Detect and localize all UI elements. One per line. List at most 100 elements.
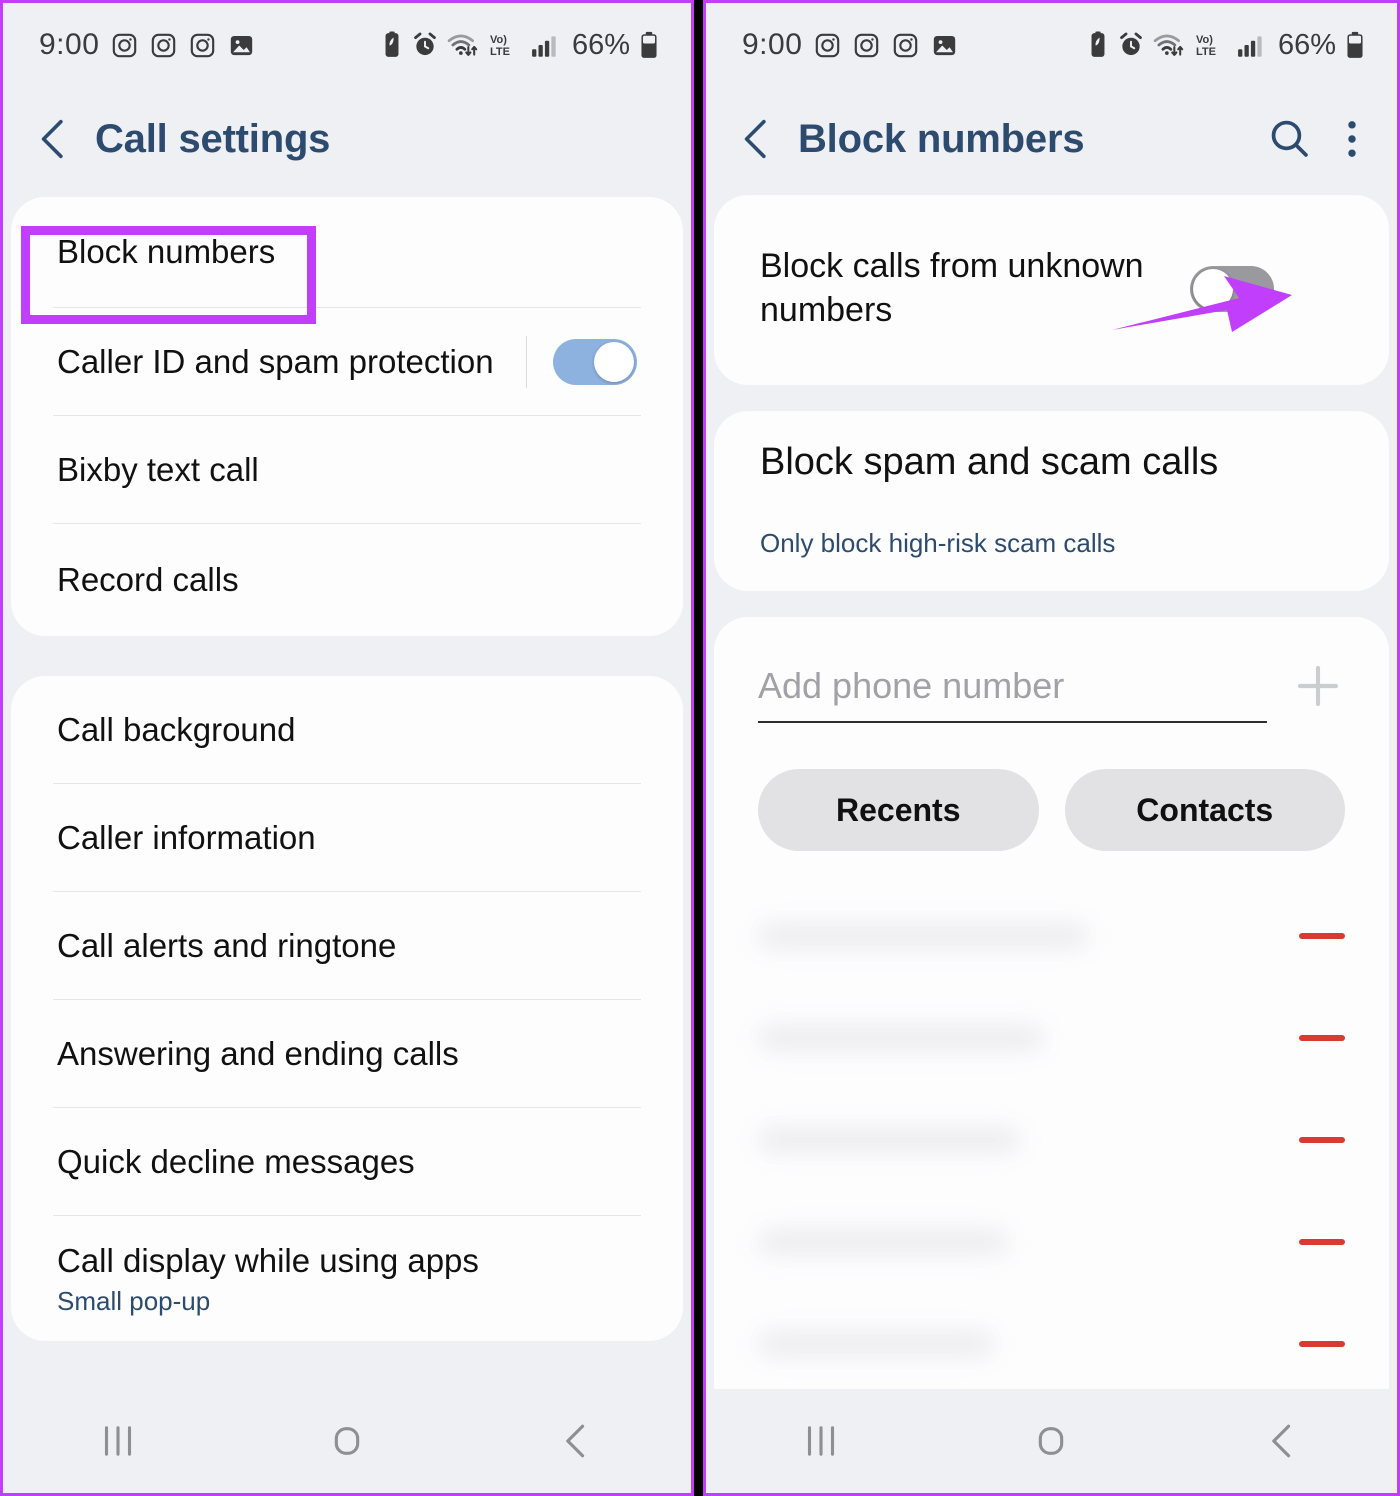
power-saving-icon [381, 31, 403, 59]
sidebar-item-caller-id-spam-protection[interactable]: Caller ID and spam protection [11, 308, 683, 415]
row-label: Caller ID and spam protection [57, 342, 494, 380]
contacts-chip[interactable]: Contacts [1064, 769, 1345, 851]
blocked-number-obscured [758, 1127, 1299, 1153]
screenshot-stage: 9:00 Vo) LTE 66% Call settings Block num… [0, 0, 1400, 1496]
recents-icon[interactable] [761, 1406, 881, 1476]
back-icon[interactable] [516, 1406, 636, 1476]
row-label: Call background [57, 710, 296, 748]
minus-icon[interactable] [1299, 1239, 1345, 1245]
battery-icon [639, 31, 659, 59]
blocked-numbers-list [714, 885, 1389, 1429]
back-chevron-icon[interactable] [33, 117, 73, 161]
sidebar-item-call-background[interactable]: Call background [11, 676, 683, 783]
row-label: Call display while using apps [57, 1242, 479, 1280]
wifi-icon [1153, 32, 1185, 58]
blocked-number-obscured [758, 1229, 1299, 1255]
gallery-icon [228, 32, 255, 59]
instagram-icon [814, 32, 841, 59]
page-title: Block numbers [798, 116, 1085, 161]
sidebar-item-answering-and-ending-calls[interactable]: Answering and ending calls [11, 1000, 683, 1107]
right-app-bar: Block numbers [706, 87, 1397, 191]
instagram-icon [111, 32, 138, 59]
row-label: Block numbers [57, 233, 276, 271]
table-row[interactable] [714, 885, 1389, 987]
row-sublabel: Only block high-risk scam calls [760, 528, 1116, 558]
page-title: Call settings [95, 116, 331, 161]
minus-icon[interactable] [1299, 1341, 1345, 1347]
sidebar-item-caller-information[interactable]: Caller information [11, 784, 683, 891]
svg-text:Vo): Vo) [490, 34, 507, 46]
sidebar-item-call-display-while-using-apps[interactable]: Call display while using apps Small pop-… [11, 1216, 683, 1341]
svg-text:LTE: LTE [1196, 46, 1216, 58]
table-row[interactable] [714, 1191, 1389, 1293]
instagram-icon [892, 32, 919, 59]
add-blocked-number-card: Recents Contacts [714, 617, 1389, 1453]
svg-text:LTE: LTE [490, 46, 510, 58]
status-left-group: 9:00 [39, 28, 255, 62]
row-label: Block spam and scam calls [760, 441, 1219, 483]
volte-icon: Vo) LTE [1194, 31, 1228, 59]
caller-id-toggle[interactable] [553, 338, 637, 385]
back-chevron-icon[interactable] [736, 117, 776, 161]
status-left-group: 9:00 [742, 28, 958, 62]
table-row[interactable] [714, 1293, 1389, 1395]
alarm-icon [412, 32, 438, 58]
sidebar-item-bixby-text-call[interactable]: Bixby text call [11, 416, 683, 523]
left-app-bar: Call settings [3, 87, 691, 191]
plus-icon[interactable] [1291, 659, 1345, 713]
search-icon[interactable] [1267, 116, 1313, 162]
minus-icon[interactable] [1299, 1035, 1345, 1041]
add-number-field [758, 657, 1267, 723]
status-bar-right: 9:00 Vo) LTE 66% [706, 3, 1397, 87]
instagram-icon [150, 32, 177, 59]
instagram-icon [189, 32, 216, 59]
block-unknown-numbers-toggle[interactable] [1190, 266, 1274, 312]
block-spam-scam-card[interactable]: Block spam and scam calls Only block hig… [714, 411, 1389, 591]
row-label: Bixby text call [57, 450, 259, 488]
status-clock: 9:00 [742, 28, 803, 61]
table-row[interactable] [714, 987, 1389, 1089]
minus-icon[interactable] [1299, 933, 1345, 939]
back-icon[interactable] [1222, 1406, 1342, 1476]
sidebar-item-block-numbers[interactable]: Block numbers [11, 197, 683, 307]
row-sublabel: Small pop-up [57, 1285, 211, 1316]
blocked-number-obscured [758, 1331, 1299, 1357]
block-unknown-numbers-row[interactable]: Block calls from unknown numbers [714, 229, 1389, 349]
right-phone-screen: 9:00 Vo) LTE 66% Block numbers Block cal… [703, 0, 1400, 1496]
recents-icon[interactable] [58, 1406, 178, 1476]
blocked-number-obscured [758, 1025, 1299, 1051]
row-label: Call alerts and ringtone [57, 926, 397, 964]
toggle-separator [526, 335, 527, 388]
call-settings-group-1: Block numbers Caller ID and spam protect… [11, 197, 683, 636]
block-spam-scam-row[interactable]: Block spam and scam calls Only block hig… [714, 439, 1389, 559]
sidebar-item-record-calls[interactable]: Record calls [11, 524, 683, 636]
recents-chip[interactable]: Recents [758, 769, 1039, 851]
home-icon[interactable] [287, 1406, 407, 1476]
power-saving-icon [1087, 31, 1109, 59]
row-label: Block calls from unknown numbers [760, 247, 1144, 329]
row-label: Quick decline messages [57, 1142, 415, 1180]
add-phone-number-input[interactable] [758, 657, 1267, 723]
blocked-number-obscured [758, 923, 1299, 949]
more-vertical-icon[interactable] [1335, 116, 1369, 162]
table-row[interactable] [714, 1089, 1389, 1191]
sidebar-item-quick-decline-messages[interactable]: Quick decline messages [11, 1108, 683, 1215]
alarm-icon [1118, 32, 1144, 58]
battery-percent: 66% [571, 28, 630, 61]
minus-icon[interactable] [1299, 1137, 1345, 1143]
wifi-icon [447, 32, 479, 58]
source-chip-row: Recents Contacts [714, 723, 1389, 851]
navigation-bar-right [706, 1389, 1397, 1493]
sidebar-item-call-alerts-and-ringtone[interactable]: Call alerts and ringtone [11, 892, 683, 999]
call-settings-group-2: Call background Caller information Call … [11, 676, 683, 1341]
toggle-knob [1193, 269, 1233, 309]
home-icon[interactable] [991, 1406, 1111, 1476]
battery-percent: 66% [1277, 28, 1336, 61]
volte-icon: Vo) LTE [488, 31, 522, 59]
row-label: Record calls [57, 561, 239, 599]
row-label: Answering and ending calls [57, 1034, 459, 1072]
svg-text:Vo): Vo) [1196, 34, 1213, 46]
add-number-row [714, 657, 1389, 723]
status-right-group: Vo) LTE 66% [381, 29, 659, 62]
left-phone-screen: 9:00 Vo) LTE 66% Call settings Block num… [0, 0, 694, 1496]
